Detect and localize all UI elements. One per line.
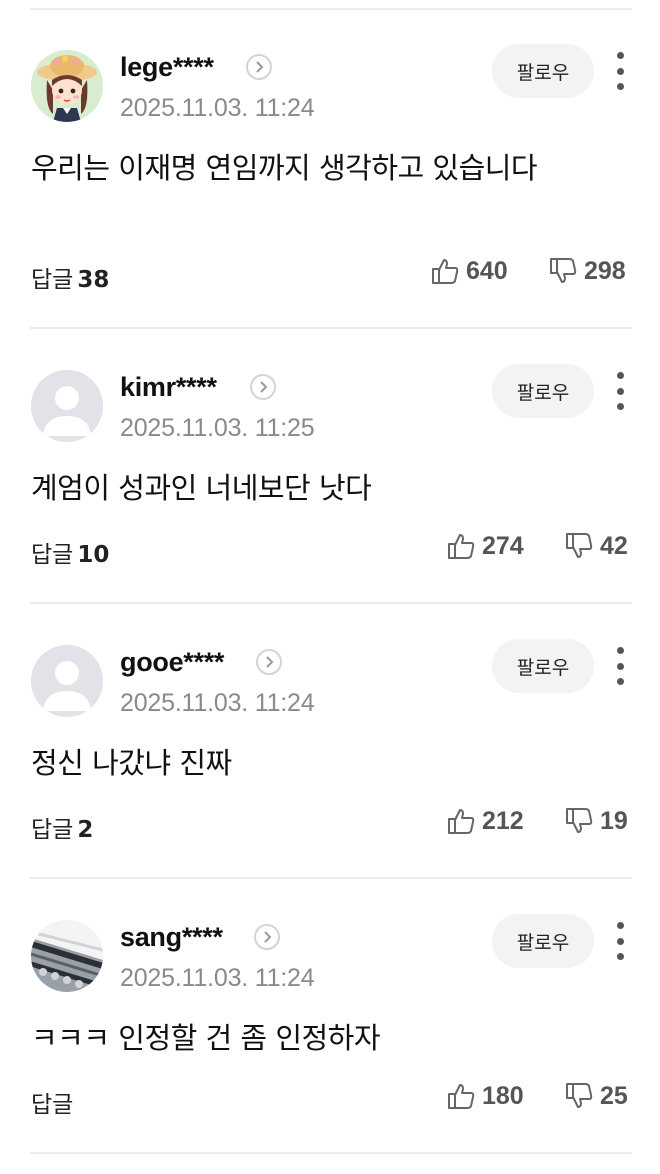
avatar[interactable] (31, 645, 103, 717)
like-count: 180 (482, 1081, 524, 1110)
follow-button[interactable]: 팔로우 (492, 914, 594, 968)
dislike-count: 19 (600, 806, 628, 835)
comment-date: 2025.11.03. 11:24 (120, 964, 315, 992)
thumbs-up-icon (448, 1084, 475, 1109)
like-count: 640 (466, 256, 508, 285)
reply-count: 2 (77, 817, 94, 843)
like-count: 212 (482, 806, 524, 835)
photo-avatar-icon (31, 920, 103, 992)
divider (30, 877, 632, 879)
like-button[interactable]: 180 (446, 1081, 524, 1111)
reply-label: 답글 (31, 1092, 74, 1118)
dislike-button[interactable]: 298 (548, 256, 626, 286)
divider (30, 602, 632, 604)
thumbs-up-icon (448, 809, 475, 834)
thumbs-down-icon (566, 533, 593, 558)
comment-date: 2025.11.03. 11:25 (120, 414, 315, 442)
thumbs-down-icon (566, 1083, 593, 1108)
avatar[interactable] (31, 920, 103, 992)
dislike-count: 298 (584, 256, 626, 285)
comment-date: 2025.11.03. 11:24 (120, 94, 315, 122)
dislike-button[interactable]: 42 (564, 531, 628, 561)
divider (30, 1152, 632, 1154)
comment-text: 우리는 이재명 연임까지 생각하고 있습니다 (31, 151, 538, 185)
reply-label: 답글 (31, 542, 74, 568)
thumbs-up-icon (448, 534, 475, 559)
thumbs-down-icon (550, 258, 577, 283)
dislike-button[interactable]: 25 (564, 1081, 628, 1111)
reply-button[interactable]: 답글 (31, 1085, 73, 1119)
username[interactable]: lege**** (120, 52, 214, 83)
like-count: 274 (482, 531, 524, 560)
comment-date: 2025.11.03. 11:24 (120, 689, 315, 717)
reply-label: 답글 (31, 817, 74, 843)
reply-label: 답글 (31, 267, 74, 293)
reply-count: 38 (77, 267, 110, 293)
reply-button[interactable]: 답글 10 (31, 535, 109, 569)
reply-button[interactable]: 답글 2 (31, 810, 93, 844)
divider (30, 8, 632, 10)
username[interactable]: gooe**** (120, 647, 224, 678)
reply-button[interactable]: 답글 38 (31, 260, 109, 294)
chevron-right-icon[interactable] (250, 374, 276, 400)
default-avatar-icon (31, 645, 103, 717)
default-avatar-icon (31, 370, 103, 442)
more-options-icon[interactable] (608, 372, 632, 410)
username[interactable]: kimr**** (120, 372, 217, 403)
chevron-right-icon[interactable] (256, 649, 282, 675)
cartoon-girl-avatar-icon (31, 50, 103, 122)
reply-count: 10 (77, 542, 110, 568)
comment-list: lege**** 2025.11.03. 11:24 팔로우 우리는 이재명 연… (0, 0, 660, 1174)
like-button[interactable]: 640 (430, 256, 508, 286)
follow-button[interactable]: 팔로우 (492, 44, 594, 98)
comment-text: ㅋㅋㅋ 인정할 건 좀 인정하자 (31, 1021, 381, 1055)
comment-text: 계엄이 성과인 너네보단 낫다 (31, 471, 372, 505)
follow-button[interactable]: 팔로우 (492, 364, 594, 418)
comment-text: 정신 나갔냐 진짜 (31, 746, 232, 780)
like-button[interactable]: 212 (446, 806, 524, 836)
more-options-icon[interactable] (608, 647, 632, 685)
dislike-count: 42 (600, 531, 628, 560)
more-options-icon[interactable] (608, 52, 632, 90)
avatar[interactable] (31, 370, 103, 442)
dislike-count: 25 (600, 1081, 628, 1110)
chevron-right-icon[interactable] (246, 54, 272, 80)
like-button[interactable]: 274 (446, 531, 524, 561)
thumbs-up-icon (432, 259, 459, 284)
chevron-right-icon[interactable] (254, 924, 280, 950)
divider (30, 327, 632, 329)
more-options-icon[interactable] (608, 922, 632, 960)
username[interactable]: sang**** (120, 922, 223, 953)
dislike-button[interactable]: 19 (564, 806, 628, 836)
follow-button[interactable]: 팔로우 (492, 639, 594, 693)
avatar[interactable] (31, 50, 103, 122)
thumbs-down-icon (566, 808, 593, 833)
